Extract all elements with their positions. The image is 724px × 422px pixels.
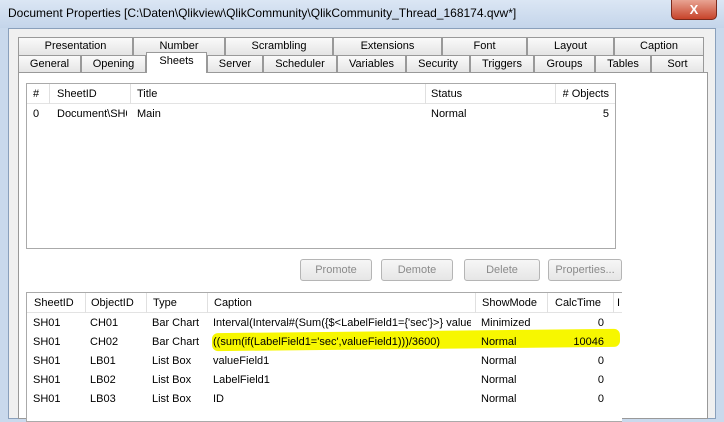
cell-calctime: 0 <box>597 393 604 405</box>
cell-type: List Box <box>152 374 192 386</box>
cell-sheetid: SH01 <box>33 355 61 367</box>
cell-calctime: 10046 <box>573 336 604 348</box>
tab-sheets[interactable]: Sheets <box>146 52 207 73</box>
col-header-title[interactable]: Title <box>137 88 157 100</box>
tab-server[interactable]: Server <box>207 55 263 73</box>
cell-caption: ((sum(if(LabelField1='sec',valueField1))… <box>213 336 441 348</box>
col-header-index[interactable]: # <box>33 88 39 100</box>
cell-status: Normal <box>431 108 467 120</box>
object-row[interactable]: SH01 CH01 Bar Chart Interval(Interval#(Sum(… <box>26 314 622 333</box>
object-row[interactable]: SH01 LB03 List Box ID Normal 0 <box>26 390 622 409</box>
tab-groups[interactable]: Groups <box>534 55 595 73</box>
cell-title: Main <box>137 108 161 120</box>
cell-objectid: LB02 <box>90 374 116 386</box>
cell-objectid: CH02 <box>90 336 119 348</box>
title-bar: Document Properties [C:\Daten\Qlikview\Q… <box>0 0 724 28</box>
col-header-showmode[interactable]: ShowMode <box>482 297 537 309</box>
tab-sort[interactable]: Sort <box>651 55 704 73</box>
col-header-objects[interactable]: # Objects <box>563 88 609 100</box>
cell-showmode: Normal <box>481 393 517 405</box>
window-title: Document Properties [C:\Daten\Qlikview\Q… <box>8 6 517 20</box>
col-header-status[interactable]: Status <box>431 88 462 100</box>
sheets-list[interactable]: # SheetID Title Status # Objects 0 Docum… <box>26 83 616 249</box>
col-header-objectid[interactable]: ObjectID <box>91 297 134 309</box>
cell-sheetid: SH01 <box>33 374 61 386</box>
object-row[interactable]: SH01 LB02 List Box LabelField1 Normal 0 <box>26 371 622 390</box>
object-row[interactable]: SH01 LB01 List Box valueField1 Normal 0 <box>26 352 622 371</box>
tab-variables[interactable]: Variables <box>337 55 406 73</box>
properties-button[interactable]: Properties... <box>548 259 622 281</box>
cell-type: List Box <box>152 393 192 405</box>
tab-tables[interactable]: Tables <box>595 55 651 73</box>
cell-objectid: LB03 <box>90 393 116 405</box>
cell-sheetid: SH01 <box>33 317 61 329</box>
cell-type: Bar Chart <box>152 336 200 348</box>
cell-calctime: 0 <box>597 374 604 386</box>
col-header-calctime[interactable]: CalcTime <box>555 297 601 309</box>
cell-type: List Box <box>152 355 192 367</box>
sheets-list-header: # SheetID Title Status # Objects <box>27 84 615 104</box>
cell-calctime: 0 <box>597 317 604 329</box>
cell-calctime: 0 <box>597 355 604 367</box>
tab-general[interactable]: General <box>18 55 81 73</box>
cell-objectid: CH01 <box>90 317 119 329</box>
cell-caption: ID <box>213 393 224 405</box>
cell-showmode: Normal <box>481 355 517 367</box>
col-header-type[interactable]: Type <box>153 297 177 309</box>
cell-showmode: Minimized <box>481 317 531 329</box>
tab-presentation[interactable]: Presentation <box>18 37 133 55</box>
tab-scheduler[interactable]: Scheduler <box>263 55 337 73</box>
col-header-sheetid[interactable]: SheetID <box>57 88 97 100</box>
cell-objectid: LB01 <box>90 355 116 367</box>
object-row[interactable]: SH01 CH02 Bar Chart ((sum(if(LabelField1='s… <box>26 333 622 352</box>
tab-extensions[interactable]: Extensions <box>333 37 442 55</box>
close-button[interactable]: X <box>671 0 717 20</box>
cell-index: 0 <box>33 108 40 120</box>
promote-button[interactable]: Promote <box>300 259 372 281</box>
tab-caption[interactable]: Caption <box>614 37 704 55</box>
tab-scrambling[interactable]: Scrambling <box>225 37 333 55</box>
cell-showmode: Normal <box>481 374 517 386</box>
cell-sheetid: SH01 <box>33 336 61 348</box>
tab-layout[interactable]: Layout <box>527 37 614 55</box>
col-header-sheetid[interactable]: SheetID <box>34 297 74 309</box>
tab-opening[interactable]: Opening <box>81 55 146 73</box>
cell-sheetid: Document\SH01 <box>57 108 127 120</box>
cell-objects: 5 <box>602 108 609 120</box>
delete-button[interactable]: Delete <box>464 259 540 281</box>
cell-type: Bar Chart <box>152 317 200 329</box>
cell-showmode: Normal <box>481 336 517 348</box>
col-header-caption[interactable]: Caption <box>214 297 252 309</box>
col-header-more[interactable]: I <box>617 297 620 309</box>
sheet-row[interactable]: 0 Document\SH01 Main Normal 5 <box>27 106 615 125</box>
objects-list-header: SheetID ObjectID Type Caption ShowMode C… <box>27 293 622 313</box>
tab-font[interactable]: Font <box>442 37 527 55</box>
demote-button[interactable]: Demote <box>381 259 453 281</box>
cell-sheetid: SH01 <box>33 393 61 405</box>
cell-caption: valueField1 <box>213 355 270 367</box>
cell-caption: LabelField1 <box>213 374 270 386</box>
tab-triggers[interactable]: Triggers <box>470 55 534 73</box>
tab-security[interactable]: Security <box>406 55 470 73</box>
cell-caption: Interval(Interval#(Sum({$<LabelField1={'… <box>213 317 471 329</box>
